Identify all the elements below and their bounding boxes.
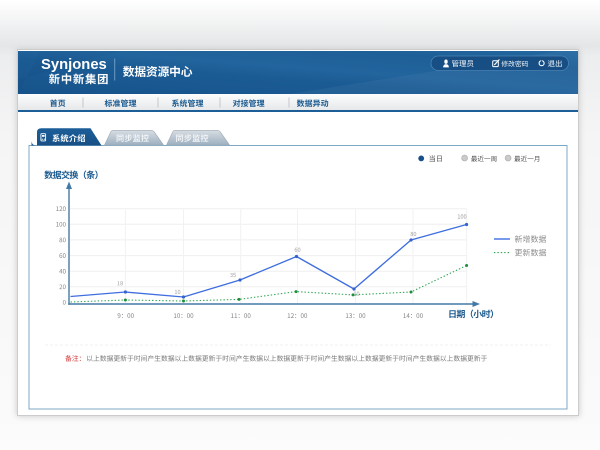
svg-text:Synjones: Synjones <box>41 57 107 73</box>
